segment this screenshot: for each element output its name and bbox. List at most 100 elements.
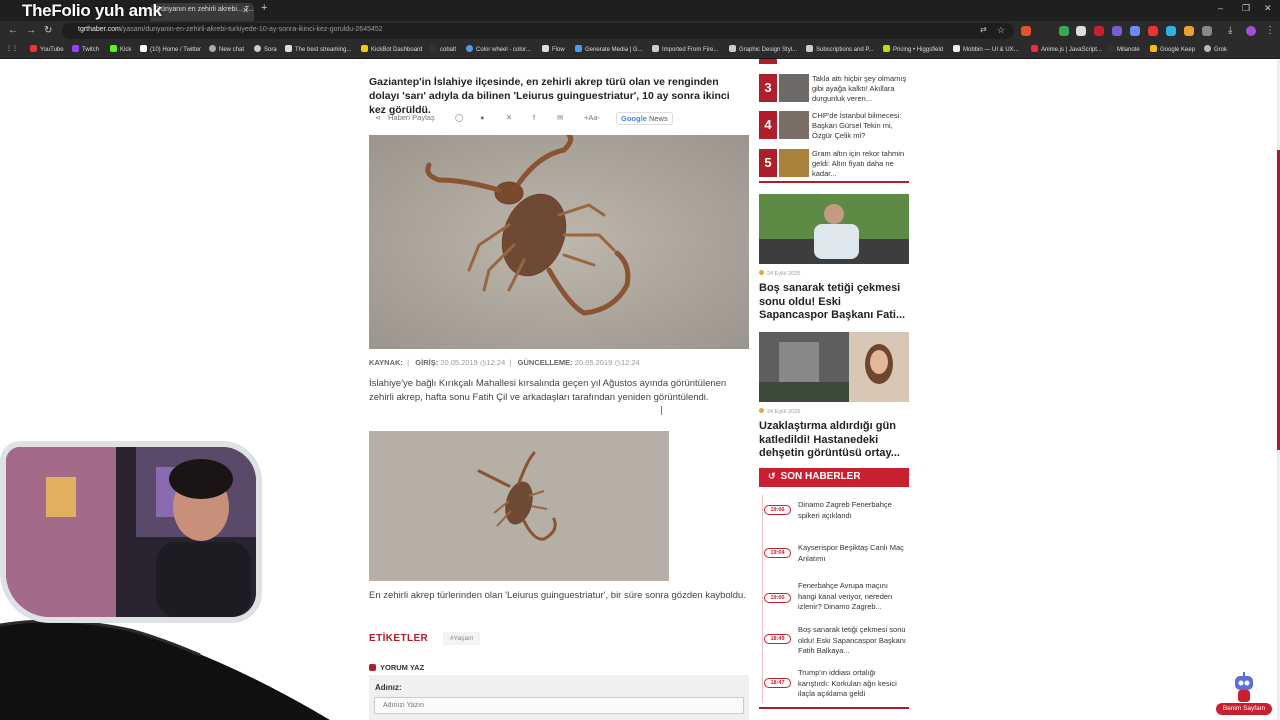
site-mascot-widget[interactable]: Benim Sayfam <box>1216 672 1272 716</box>
bookmark-color-wheel[interactable]: Color wheel - color... <box>466 45 531 53</box>
news-text: Trump'ın iddiası ortalığı karıştırdı: Ko… <box>798 668 897 698</box>
name-label: Adınız: <box>375 683 402 692</box>
bookmark-milanote[interactable]: Milanote <box>1107 45 1140 53</box>
webcam-feed-graphic <box>6 447 256 617</box>
font-size-button[interactable]: +Aa- <box>584 113 600 122</box>
telegram-icon[interactable]: ● <box>480 113 485 122</box>
extension-icon[interactable] <box>1112 26 1122 36</box>
featured-news-date: 24 Eylül 2025 <box>759 408 800 415</box>
browser-tab-bar: Dünyanın en zehirli akrebi... T... ✕ + –… <box>0 0 1280 21</box>
google-news-google: Google <box>621 114 647 123</box>
mouse-cursor <box>661 406 662 415</box>
divider <box>759 181 909 183</box>
extension-icon[interactable] <box>1094 26 1104 36</box>
ranked-news-item[interactable]: 3 Takla attı hiçbir şey olmamış gibi aya… <box>759 74 909 104</box>
bookmark-animejs[interactable]: Anime.js | JavaScript... <box>1031 45 1102 53</box>
latest-news-item[interactable]: 18:49 Boş sanarak tetiği çekmesi sonu ol… <box>759 625 909 665</box>
bookmark-sora[interactable]: Sora <box>254 45 277 53</box>
extension-icon[interactable] <box>1148 26 1158 36</box>
bookmark-flow[interactable]: Flow <box>542 45 565 53</box>
forward-icon[interactable]: → <box>26 25 36 36</box>
whatsapp-icon[interactable]: ◯ <box>455 113 463 122</box>
bookmark-kick[interactable]: Kick <box>110 45 131 53</box>
latest-news-item[interactable]: 19:00 Fenerbahçe Avrupa maçını hangi kan… <box>759 581 909 621</box>
stream-overlay-title: TheFolio yuh amk <box>22 1 162 20</box>
bookmark-new-chat[interactable]: New chat <box>209 45 244 53</box>
bookmark-generate-media[interactable]: Generate Media | G... <box>575 45 643 53</box>
share-label[interactable]: Haberi Paylaş <box>388 113 435 122</box>
divider <box>759 707 909 709</box>
news-thumbnail <box>779 74 809 102</box>
extension-icon[interactable] <box>1166 26 1176 36</box>
bookmark-higgsfield[interactable]: Pricing • Higgsfield <box>883 45 943 53</box>
news-thumbnail <box>779 149 809 177</box>
menu-icon[interactable]: ⋮ <box>1265 25 1275 36</box>
bookmark-grok[interactable]: Grok <box>1204 45 1227 53</box>
bookmark-folder-imported[interactable]: Imported From Fire... <box>652 45 718 53</box>
bookmark-twitch[interactable]: Twitch <box>72 45 99 53</box>
featured-news-image[interactable] <box>759 194 909 264</box>
featured-news-title[interactable]: Uzaklaştırma aldırdığı gün katledildi! H… <box>759 420 909 461</box>
facebook-icon[interactable]: f <box>533 113 535 122</box>
latest-news-item[interactable]: 18:47 Trump'ın iddiası ortalığı karıştır… <box>759 668 909 708</box>
article-lead: Gaziantep'in İslahiye ilçesinde, en zehi… <box>369 76 730 116</box>
article-meta: KAYNAK: | GİRİŞ: 20.05.2019 ◷12:24 | GÜN… <box>369 358 640 367</box>
my-page-button[interactable]: Benim Sayfam <box>1216 703 1272 715</box>
reload-icon[interactable]: ↻ <box>44 25 52 36</box>
bookmark-youtube[interactable]: YouTube <box>30 45 64 53</box>
extensions-puzzle-icon[interactable] <box>1202 26 1212 36</box>
share-icon: ⋖ <box>375 113 382 122</box>
translate-icon[interactable]: ⇄ <box>980 25 987 34</box>
extension-icon[interactable] <box>1184 26 1194 36</box>
tag-chip[interactable]: #Yaşam <box>443 632 481 645</box>
news-thumbnail <box>779 111 809 139</box>
scorpion-photo-2 <box>369 431 669 581</box>
featured-news-image[interactable] <box>759 332 909 402</box>
bookmark-twitter[interactable]: (10) Home / Twitter <box>140 45 201 53</box>
bookmark-star-icon[interactable]: ☆ <box>997 25 1005 36</box>
bookmark-streaming[interactable]: The best streaming... <box>285 45 351 53</box>
robot-mascot-icon <box>1235 672 1253 702</box>
google-news-button[interactable]: Google News <box>616 112 673 125</box>
browser-toolbar: ← → ↻ tgrthaber.com/yasam/dunyanin-en-ze… <box>0 21 1280 41</box>
bookmark-graphic-design[interactable]: Graphic Design Styl... <box>729 45 797 53</box>
bookmark-kickbot[interactable]: KickBot Dashboard <box>361 45 422 53</box>
comment-icon <box>369 664 376 671</box>
x-twitter-icon[interactable]: ✕ <box>506 113 512 122</box>
bookmark-google-keep[interactable]: Google Keep <box>1150 45 1195 53</box>
extension-icon[interactable] <box>1130 26 1140 36</box>
minimize-icon[interactable]: – <box>1218 3 1223 13</box>
profile-avatar[interactable] <box>1246 26 1256 36</box>
name-input[interactable] <box>374 697 744 714</box>
close-window-icon[interactable]: ✕ <box>1264 3 1272 14</box>
extension-icon[interactable] <box>1021 26 1031 36</box>
extension-icon[interactable] <box>1076 26 1086 36</box>
news-time: 19:04 <box>764 548 791 558</box>
news-time: 18:47 <box>764 678 791 688</box>
latest-news-item[interactable]: 19:04 Kayserispor Beşiktaş Canlı Maç Anl… <box>759 543 909 573</box>
new-tab-icon[interactable]: + <box>261 2 267 14</box>
latest-news-item[interactable]: 19:06 Dinamo Zagreb Fenerbahçe spikeri a… <box>759 500 909 530</box>
apps-icon[interactable]: ⋮⋮ <box>6 45 18 52</box>
history-icon: ↺ <box>768 471 776 481</box>
email-icon[interactable]: ✉ <box>557 113 563 122</box>
tab-close-icon[interactable]: ✕ <box>242 6 249 15</box>
rank-number: 5 <box>759 149 777 177</box>
featured-news-image-graphic <box>759 194 909 264</box>
download-icon[interactable]: ⤓ <box>1228 25 1232 36</box>
bookmark-cobalt[interactable]: cobalt <box>430 45 456 53</box>
bookmark-subscriptions[interactable]: Subscriptions and P... <box>806 45 874 53</box>
ranked-news-item[interactable]: 5 Gram altın için rekor tahmin geldi: Al… <box>759 149 909 179</box>
maximize-icon[interactable]: ❐ <box>1242 3 1250 14</box>
bookmarks-bar: ⋮⋮ YouTube Twitch Kick (10) Home / Twitt… <box>0 41 1280 59</box>
extension-icon[interactable] <box>1059 26 1069 36</box>
article-paragraph: En zehirli akrep türlerinden olan 'Leiur… <box>369 590 746 601</box>
address-bar[interactable]: tgrthaber.com/yasam/dunyanin-en-zehirli-… <box>62 23 1014 39</box>
news-time: 18:49 <box>764 634 791 644</box>
ranked-news-item[interactable]: 4 CHP'de İstanbul bilmecesi: Başkan Gürs… <box>759 111 909 141</box>
featured-news-title[interactable]: Boş sanarak tetiği çekmesi sonu oldu! Es… <box>759 282 909 323</box>
browser-tab[interactable]: Dünyanın en zehirli akrebi... T... ✕ <box>150 3 254 21</box>
bookmark-mobbin[interactable]: Mobbin — UI & UX... <box>953 45 1019 53</box>
back-icon[interactable]: ← <box>8 25 18 36</box>
entry-label: GİRİŞ: <box>415 358 439 367</box>
